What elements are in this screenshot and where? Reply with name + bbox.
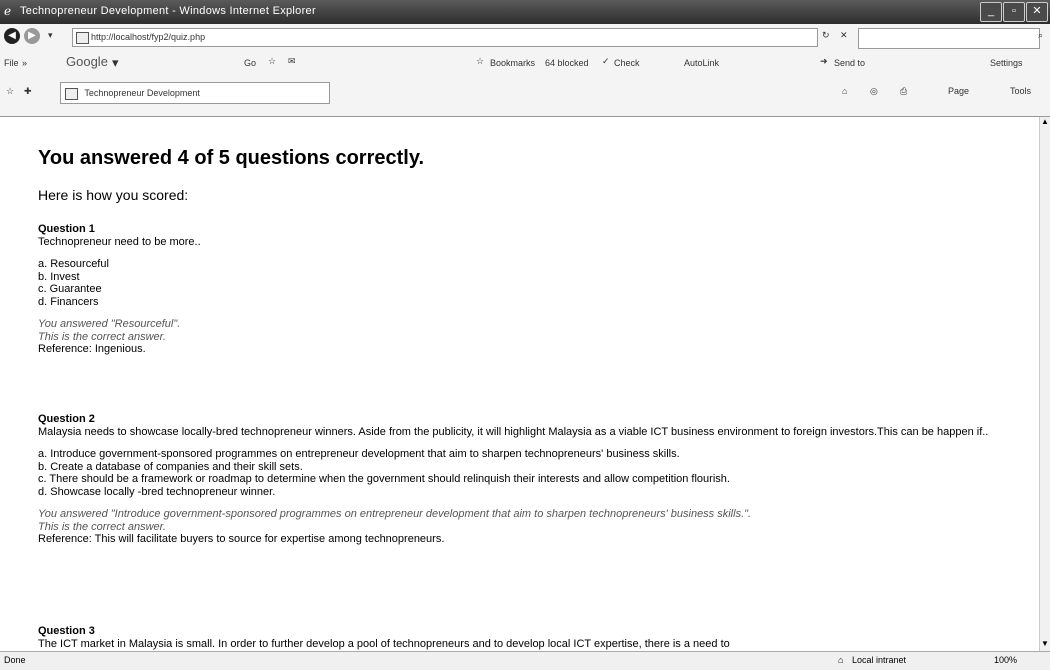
go-button[interactable]: Go [244, 58, 256, 68]
feeds-icon[interactable]: ◎ [870, 86, 878, 97]
sendto-icon: ➜ [820, 56, 828, 66]
address-bar[interactable]: http://localhost/fyp2/quiz.php [72, 28, 818, 47]
star-icon[interactable]: ☆ [268, 56, 276, 67]
option: b. Create a database of companies and th… [38, 460, 303, 473]
zone-label: Local intranet [852, 655, 907, 665]
spellcheck-icon: ✓ [602, 56, 610, 66]
question-1: Question 1 Technopreneur need to be more… [38, 223, 998, 356]
scroll-down-icon[interactable]: ▼ [1040, 639, 1050, 651]
file-menu[interactable]: File [4, 58, 19, 68]
search-input[interactable] [858, 28, 1040, 49]
mail-icon[interactable]: ✉ [288, 56, 296, 67]
check-button[interactable]: Check [614, 58, 640, 68]
tools-menu[interactable]: Tools [1010, 86, 1031, 96]
reference-text: Reference: This will facilitate buyers t… [38, 533, 445, 545]
page-favicon-icon [76, 32, 89, 44]
option: c. There should be a framework or roadma… [38, 473, 730, 485]
option: c. Guarantee [38, 283, 102, 295]
answered-text: You answered "Resourceful". [38, 318, 181, 330]
result-heading: You answered 4 of 5 questions correctly. [38, 147, 425, 169]
address-url: http://localhost/fyp2/quiz.php [91, 32, 206, 42]
scroll-up-icon[interactable]: ▲ [1040, 117, 1050, 129]
question-title: Question 1 [38, 223, 95, 235]
minimize-button[interactable]: _ [980, 2, 1002, 22]
ie-logo-icon: ℯ [4, 4, 12, 18]
tab-favicon-icon [65, 87, 78, 100]
maximize-button[interactable]: ▫ [1003, 2, 1025, 22]
option: a. Resourceful [38, 258, 109, 270]
status-bar: Done ⌂ Local intranet 100% [0, 651, 1050, 670]
address-row: ◀ ▶ ▾ http://localhost/fyp2/quiz.php ↻ ✕… [0, 28, 1050, 50]
correct-text: This is the correct answer. [38, 330, 166, 343]
tab-technopreneur[interactable]: Technopreneur Development [60, 82, 330, 104]
favorites-star-icon[interactable]: ☆ [6, 86, 14, 97]
option: d. Showcase locally -bred technopreneur … [38, 485, 276, 498]
toolbar-overflow-icon[interactable]: » [22, 58, 27, 68]
window-controls: _ ▫ ✕ [980, 2, 1048, 22]
answered-text: You answered "Introduce government-spons… [38, 508, 752, 520]
option: a. Introduce government-sponsored progra… [38, 448, 680, 460]
search-icon[interactable]: ⌕ [1038, 30, 1043, 41]
question-options: a. Resourceful b. Invest c. Guarantee d.… [38, 258, 998, 308]
tab-label: Technopreneur Development [84, 88, 200, 98]
question-title: Question 2 [38, 413, 95, 425]
popup-blocked-label[interactable]: 64 blocked [545, 58, 589, 68]
option: b. Invest [38, 270, 80, 283]
question-text: The ICT market in Malaysia is small. In … [38, 637, 730, 650]
window-title: Technopreneur Development - Windows Inte… [20, 5, 316, 17]
tab-row: ☆ ✚ Technopreneur Development ⌂ ◎ ⎙ Page… [0, 82, 1050, 104]
score-intro: Here is how you scored: [38, 187, 189, 203]
toolbar-row: File » Google ▾ Go ☆ ✉ ☆ Bookmarks 64 bl… [4, 54, 1023, 70]
home-icon[interactable]: ⌂ [842, 86, 847, 96]
status-text: Done [4, 655, 26, 665]
correct-text: This is the correct answer. [38, 520, 166, 533]
question-title: Question 3 [38, 625, 95, 637]
stop-icon[interactable]: ✕ [840, 30, 848, 41]
settings-button[interactable]: Settings [990, 58, 1023, 68]
refresh-icon[interactable]: ↻ [822, 30, 830, 41]
bookmarks-star-icon: ☆ [476, 56, 485, 66]
zoom-level[interactable]: 100% [994, 655, 1017, 665]
question-3: Question 3 The ICT market in Malaysia is… [38, 625, 998, 650]
autolink-button[interactable]: AutoLink [684, 58, 719, 68]
browser-chrome: ◀ ▶ ▾ http://localhost/fyp2/quiz.php ↻ ✕… [0, 24, 1050, 117]
page-content: You answered 4 of 5 questions correctly.… [0, 117, 1040, 651]
page-menu[interactable]: Page [948, 86, 969, 96]
option: d. Financers [38, 295, 99, 308]
reference-text: Reference: Ingenious. [38, 343, 146, 355]
vertical-scrollbar[interactable]: ▲ ▼ [1039, 117, 1050, 651]
question-options: a. Introduce government-sponsored progra… [38, 448, 998, 498]
back-icon[interactable]: ◀ [4, 28, 20, 44]
zone-icon: ⌂ [838, 655, 844, 665]
forward-icon[interactable]: ▶ [24, 28, 40, 44]
google-toolbar-logo: Google [66, 54, 108, 69]
question-2: Question 2 Malaysia needs to showcase lo… [38, 413, 998, 546]
send-to-button[interactable]: Send to [834, 58, 865, 68]
question-text: Malaysia needs to showcase locally-bred … [38, 425, 989, 438]
history-dropdown-icon[interactable]: ▾ [48, 30, 53, 41]
window-titlebar: ℯ Technopreneur Development - Windows In… [0, 0, 1050, 24]
question-text: Technopreneur need to be more.. [38, 235, 201, 248]
bookmarks-button[interactable]: Bookmarks [490, 58, 535, 68]
print-icon[interactable]: ⎙ [900, 86, 907, 97]
close-button[interactable]: ✕ [1026, 2, 1048, 22]
add-favorites-icon[interactable]: ✚ [24, 86, 32, 97]
